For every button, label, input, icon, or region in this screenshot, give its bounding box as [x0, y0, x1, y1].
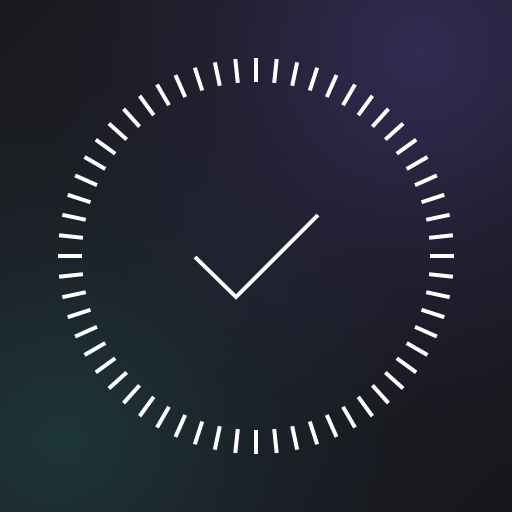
dial-tick [173, 74, 188, 98]
dial-tick [341, 405, 357, 429]
dial-tick [192, 420, 205, 445]
dial-tick [307, 67, 320, 92]
dial-tick [74, 324, 98, 339]
dial-tick [420, 192, 445, 205]
dial-tick [192, 67, 205, 92]
dial-tick [61, 212, 87, 222]
dial-tick [83, 155, 107, 171]
dial-tick [370, 107, 390, 129]
dial-tick [67, 307, 92, 320]
dial-tick [83, 341, 107, 357]
dial-tick [428, 272, 454, 279]
dial-tick [290, 61, 300, 87]
dial-tick [107, 370, 129, 390]
checkmark-icon [193, 213, 320, 300]
dial-tick [155, 405, 171, 429]
dial-tick [370, 383, 390, 405]
dial-tick [425, 290, 451, 300]
dial-tick [395, 138, 418, 156]
dial-tick [74, 173, 98, 188]
dial-tick [307, 420, 320, 445]
dial-tick [395, 356, 418, 374]
clock-dial [58, 58, 454, 454]
dial-tick [356, 94, 374, 117]
dial-tick [61, 290, 87, 300]
dial-tick [414, 173, 438, 188]
dial-tick [233, 428, 240, 454]
dial-tick [212, 61, 222, 87]
dial-tick [94, 138, 117, 156]
clock-check-icon [58, 58, 454, 454]
dial-tick [58, 233, 84, 240]
dial-tick [383, 370, 405, 390]
app-icon [0, 0, 512, 512]
dial-tick [290, 425, 300, 451]
dial-tick [138, 395, 156, 418]
dial-tick [414, 324, 438, 339]
dial-tick [173, 414, 188, 438]
dial-tick [138, 94, 156, 117]
dial-tick [94, 356, 117, 374]
dial-tick [212, 425, 222, 451]
dial-tick [67, 192, 92, 205]
dial-tick [405, 155, 429, 171]
dial-tick [356, 395, 374, 418]
dial-tick [233, 58, 240, 84]
dial-tick [425, 212, 451, 222]
dial-tick [272, 428, 279, 454]
dial-tick [122, 107, 142, 129]
dial-tick [420, 307, 445, 320]
dial-tick [383, 122, 405, 142]
dial-tick [324, 74, 339, 98]
dial-tick [428, 233, 454, 240]
dial-tick [405, 341, 429, 357]
dial-tick [272, 58, 279, 84]
dial-tick [122, 383, 142, 405]
dial-tick [341, 83, 357, 107]
dial-tick [107, 122, 129, 142]
dial-tick [324, 414, 339, 438]
dial-tick [58, 272, 84, 279]
dial-tick [155, 83, 171, 107]
